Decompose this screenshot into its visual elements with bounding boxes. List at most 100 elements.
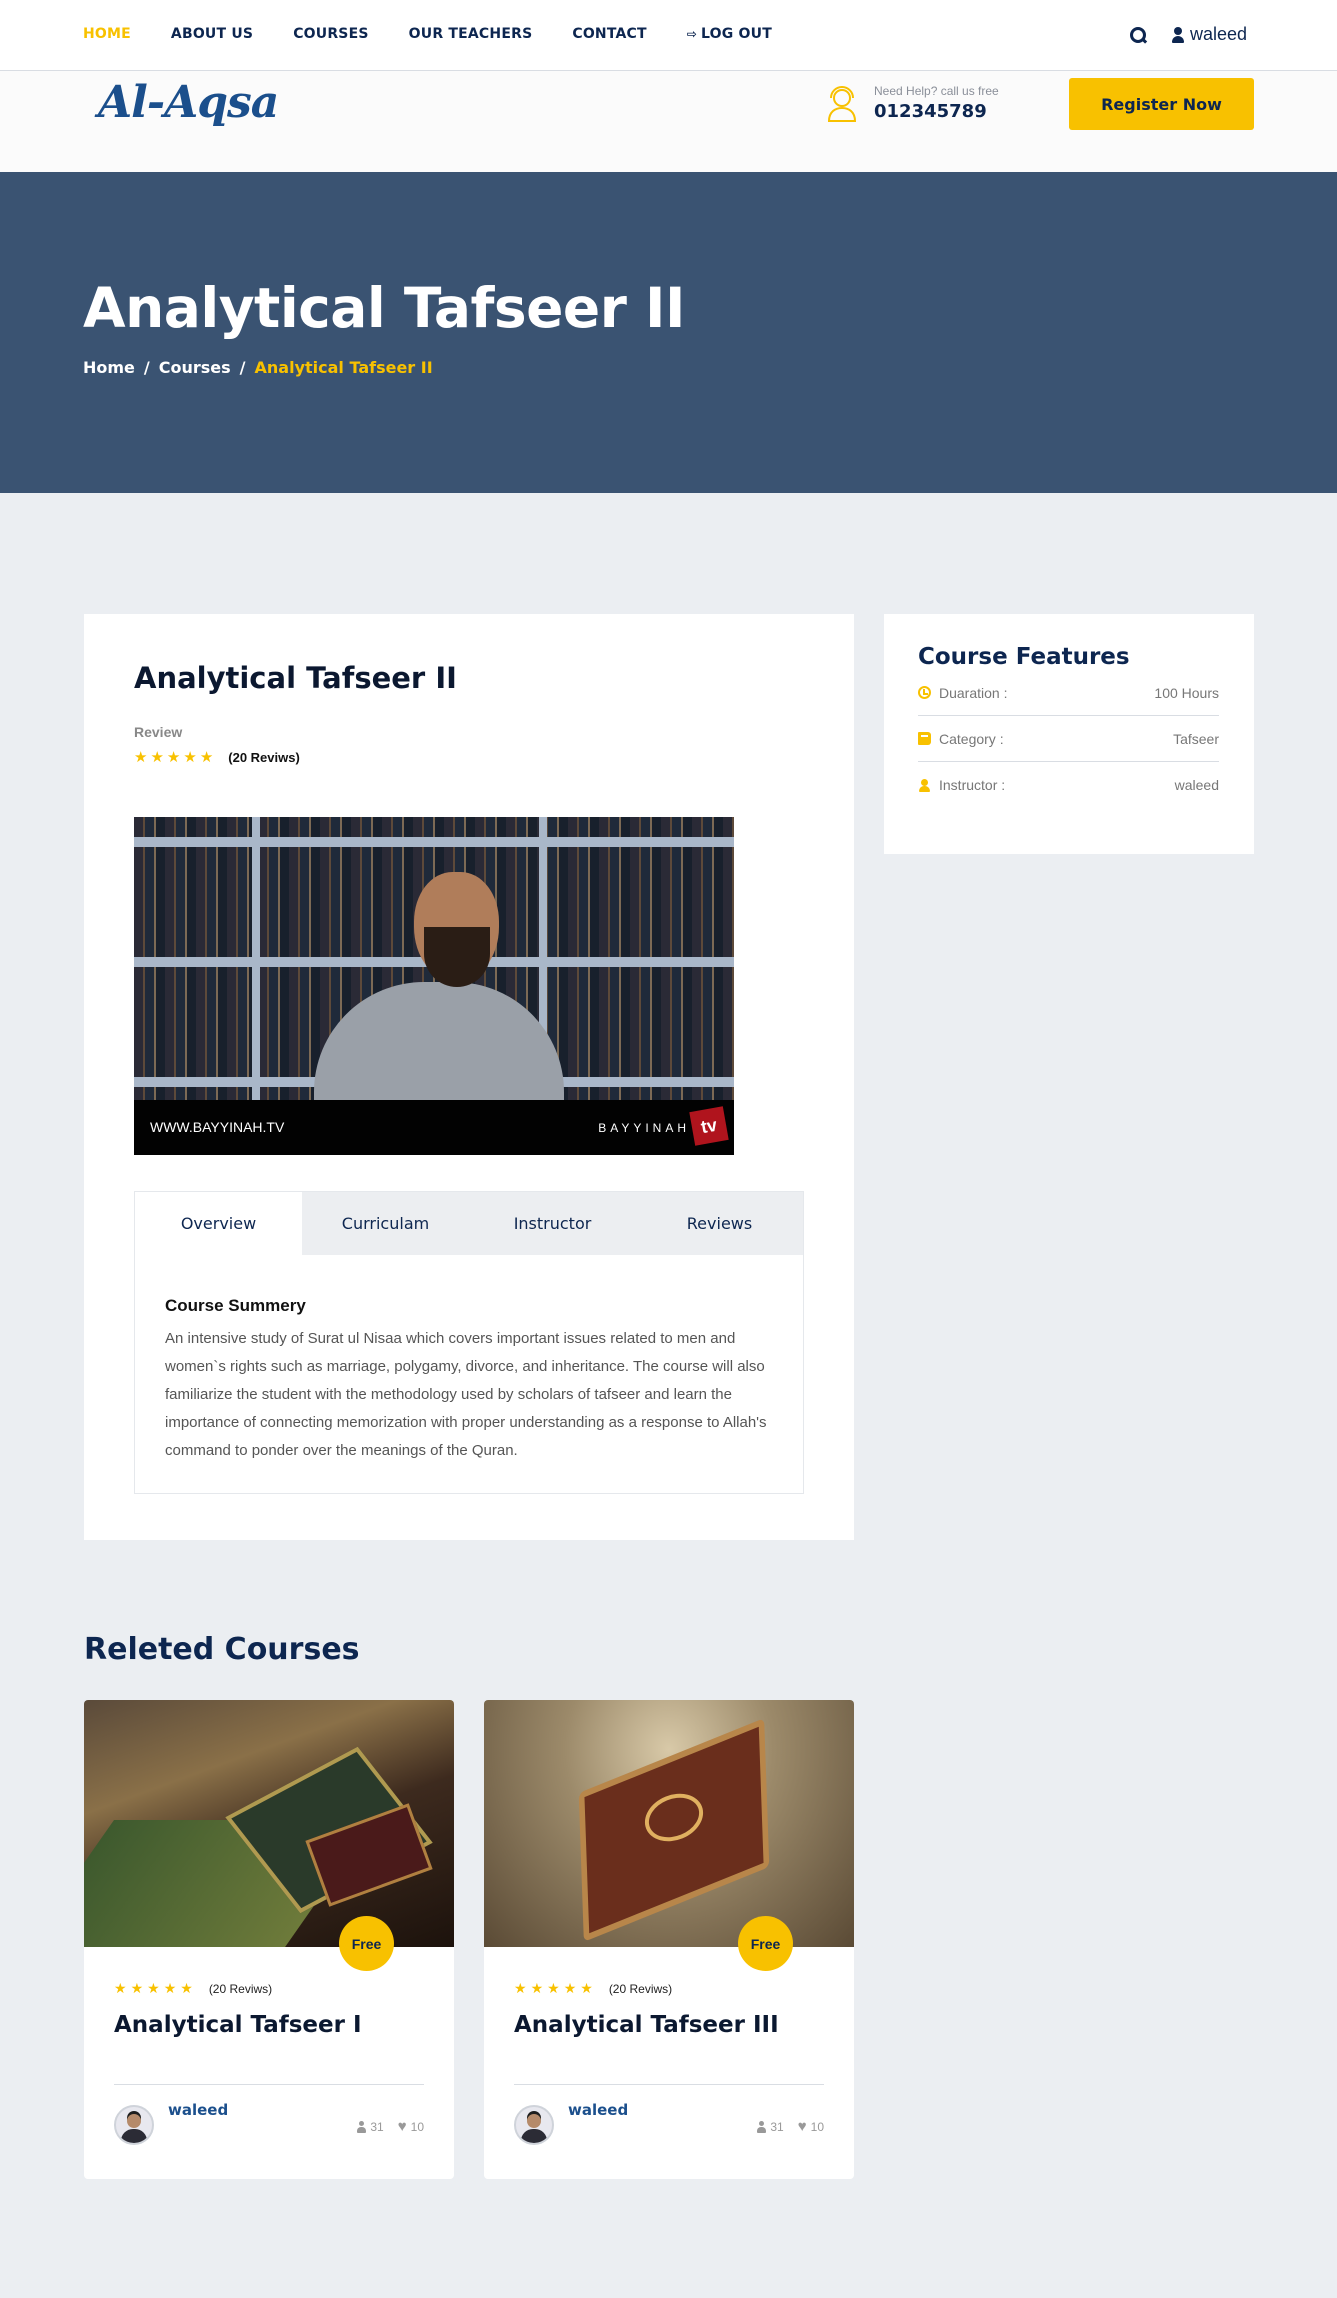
register-button[interactable]: Register Now [1069, 78, 1254, 130]
review-count: (20 Reviws) [208, 1981, 273, 1996]
students-stat: 31 [357, 2120, 384, 2134]
user-icon [1171, 26, 1184, 43]
course-tabs-panel: Overview Curriculam Instructor Reviews C… [134, 1191, 804, 1494]
price-badge: Free [339, 1916, 394, 1971]
nav-home[interactable]: HOME [83, 26, 131, 42]
course-thumbnail[interactable] [84, 1700, 454, 1947]
main-nav: HOME ABOUT US COURSES OUR TEACHERS CONTA… [83, 26, 772, 42]
students-count: 31 [370, 2120, 384, 2134]
likes-stat: ♥ 10 [397, 2118, 424, 2135]
heart-icon: ♥ [797, 2118, 807, 2135]
star-icon: ★ [547, 1980, 560, 1996]
related-courses-title: Releted Courses [84, 1632, 360, 1667]
author-name[interactable]: waleed [168, 2101, 228, 2119]
course-card-title[interactable]: Analytical Tafseer III [514, 2012, 779, 2038]
feature-label-group: Duaration : [918, 685, 1007, 701]
video-caption-url: WWW.BAYYINAH.TV [150, 1119, 285, 1135]
star-icon: ★ [147, 1980, 160, 1996]
tab-reviews[interactable]: Reviews [636, 1192, 803, 1255]
support-agent-icon [827, 86, 857, 122]
star-icon: ★ [183, 749, 197, 766]
nav-right: waleed [1128, 24, 1247, 45]
tab-overview[interactable]: Overview [135, 1192, 302, 1255]
star-icon: ★ [530, 1980, 544, 1996]
related-course-card[interactable]: Free ★ ★ ★ ★ ★ (20 Reviws) Analytical Ta… [484, 1700, 854, 2179]
price-badge: Free [738, 1916, 793, 1971]
breadcrumb: Home / Courses / Analytical Tafseer II [83, 358, 433, 377]
nav-our-teachers[interactable]: OUR TEACHERS [409, 26, 533, 42]
top-navbar: HOME ABOUT US COURSES OUR TEACHERS CONTA… [0, 0, 1337, 71]
shelf [134, 837, 734, 847]
course-video[interactable]: WWW.BAYYINAH.TV BAYYINAH tv [134, 817, 734, 1155]
feature-label: Duaration : [939, 684, 1008, 701]
author-name[interactable]: waleed [568, 2101, 628, 2119]
user-menu[interactable]: waleed [1171, 24, 1247, 45]
course-thumbnail[interactable] [484, 1700, 854, 1947]
star-icon: ★ [580, 1980, 593, 1996]
features-title: Course Features [918, 644, 1130, 670]
students-stat: 31 [757, 2120, 784, 2134]
user-icon [357, 2121, 367, 2133]
user-icon [757, 2121, 767, 2133]
review-count: (20 Reviws) [228, 749, 300, 765]
clock-icon [918, 686, 931, 699]
avatar [514, 2105, 554, 2145]
shelf-post [252, 817, 260, 1100]
course-features-card: Course Features Duaration : 100 Hours Ca… [884, 614, 1254, 854]
logout-icon: ⇨ [686, 27, 698, 41]
brand-bar: Al-Aqsa Need Help? call us free 01234578… [0, 71, 1337, 172]
course-detail-card: Analytical Tafseer II Review ★ ★ ★ ★ ★ (… [84, 614, 854, 1540]
star-icon: ★ [166, 749, 181, 766]
course-card-title[interactable]: Analytical Tafseer I [114, 2012, 362, 2038]
star-icon: ★ [134, 749, 148, 766]
feature-value: 100 Hours [1154, 684, 1219, 701]
star-icon: ★ [150, 749, 164, 766]
feature-row-duration: Duaration : 100 Hours [918, 670, 1219, 716]
star-icon: ★ [130, 1980, 144, 1996]
star-icon: ★ [114, 1980, 127, 1996]
course-rating: ★ ★ ★ ★ ★ (20 Reviws) [514, 1980, 672, 1997]
video-caption-brand: BAYYINAH [598, 1121, 690, 1135]
help-label: Need Help? call us free [874, 84, 999, 98]
nav-logout[interactable]: ⇨ LOG OUT [687, 26, 772, 42]
feature-label-group: Category : [918, 731, 1004, 747]
tab-instructor[interactable]: Instructor [469, 1192, 636, 1255]
breadcrumb-courses[interactable]: Courses [159, 358, 231, 377]
likes-stat: ♥ 10 [797, 2118, 824, 2135]
star-icon: ★ [199, 749, 214, 766]
help-phone[interactable]: 012345789 [874, 101, 999, 122]
likes-count: 10 [810, 2120, 824, 2134]
breadcrumb-current: Analytical Tafseer II [254, 358, 433, 377]
course-tabs: Overview Curriculam Instructor Reviews [135, 1192, 803, 1255]
tab-curriculum[interactable]: Curriculam [302, 1192, 469, 1255]
course-rating: ★ ★ ★ ★ ★ (20 Reviws) [114, 1980, 272, 1997]
feature-label-group: Instructor : [918, 777, 1005, 793]
search-icon[interactable] [1128, 25, 1148, 45]
avatar [114, 2105, 154, 2145]
nav-contact[interactable]: CONTACT [572, 26, 646, 42]
nav-about-us[interactable]: ABOUT US [171, 26, 253, 42]
feature-row-category: Category : Tafseer [918, 716, 1219, 762]
summary-title: Course Summery [165, 1296, 306, 1315]
username: waleed [1189, 24, 1247, 44]
heart-icon: ♥ [397, 2118, 407, 2135]
divider [114, 2084, 424, 2085]
feature-value: waleed [1174, 777, 1219, 793]
course-stats: 31 ♥ 10 [757, 2118, 824, 2135]
feature-row-instructor: Instructor : waleed [918, 762, 1219, 808]
site-logo[interactable]: Al-Aqsa [98, 77, 279, 128]
logout-label: LOG OUT [701, 26, 772, 42]
breadcrumb-separator: / [143, 358, 150, 377]
page-hero: Analytical Tafseer II Home / Courses / A… [0, 172, 1337, 493]
course-rating: ★ ★ ★ ★ ★ (20 Reviws) [134, 748, 300, 766]
review-label: Review [134, 724, 183, 740]
feature-label: Instructor : [939, 777, 1006, 793]
nav-courses[interactable]: COURSES [293, 26, 368, 42]
divider [514, 2084, 824, 2085]
star-icon: ★ [563, 1980, 577, 1996]
likes-count: 10 [410, 2120, 424, 2134]
related-course-card[interactable]: Free ★ ★ ★ ★ ★ (20 Reviws) Analytical Ta… [84, 1700, 454, 2179]
star-icon: ★ [163, 1980, 177, 1996]
review-count: (20 Reviws) [608, 1981, 673, 1996]
breadcrumb-home[interactable]: Home [83, 358, 135, 377]
